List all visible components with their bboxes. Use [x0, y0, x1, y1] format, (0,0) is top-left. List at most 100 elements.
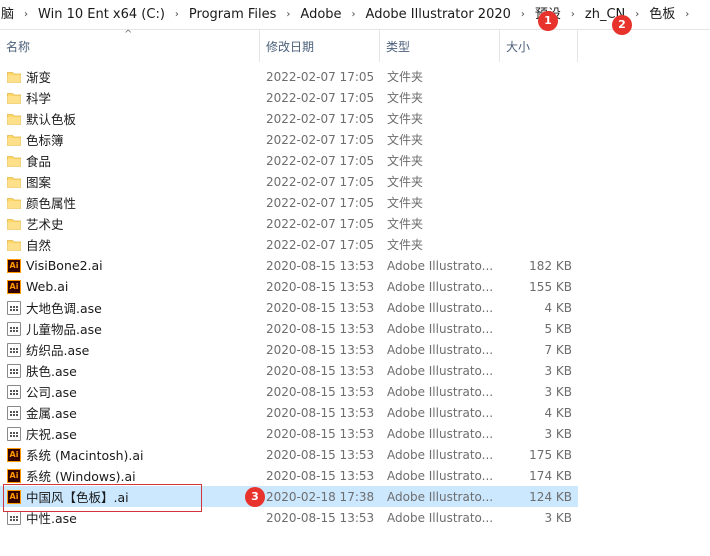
file-type: Adobe Illustrato... [387, 405, 494, 420]
folder-icon [7, 133, 21, 147]
file-name: 色标簿 [26, 133, 64, 148]
file-row[interactable]: Ai 系统 (Macintosh).ai 2020-08-15 13:53 Adobe… [0, 444, 578, 465]
folder-row[interactable]: 渐变 2022-02-07 17:05 文件夹 [0, 66, 578, 87]
name-cell: 渐变 [0, 67, 260, 86]
name-cell: 肤色.ase [0, 361, 260, 380]
breadcrumb-item-swatches[interactable]: 色板 [644, 0, 680, 29]
column-header-type[interactable]: 类型 [380, 30, 500, 62]
file-type: 文件夹 [387, 196, 424, 210]
chevron-right-icon[interactable]: › [19, 0, 33, 29]
modified-date: 2022-02-07 17:05 [266, 195, 375, 210]
chevron-right-icon[interactable]: › [347, 0, 361, 29]
file-type: Adobe Illustrato... [387, 258, 494, 273]
file-type: 文件夹 [387, 238, 424, 252]
file-name: 公司.ase [26, 385, 77, 400]
step-badge-3: 3 [245, 487, 265, 507]
folder-row[interactable]: 色标簿 2022-02-07 17:05 文件夹 [0, 129, 578, 150]
name-cell: 艺术史 [0, 214, 260, 233]
file-type: 文件夹 [387, 217, 424, 231]
chevron-right-icon[interactable]: › [680, 0, 694, 29]
file-type: Adobe Illustrato... [387, 447, 494, 462]
file-name: 大地色调.ase [26, 301, 102, 316]
file-size: 7 KB [544, 342, 572, 357]
file-type: 文件夹 [387, 133, 424, 147]
name-cell: Ai 系统 (Windows).ai [0, 466, 260, 485]
file-type: Adobe Illustrato... [387, 279, 494, 294]
file-size: 3 KB [544, 384, 572, 399]
column-header-size-label: 大小 [506, 40, 531, 54]
file-type: Adobe Illustrato... [387, 384, 494, 399]
modified-date: 2020-08-15 13:53 [266, 468, 375, 483]
chevron-right-icon[interactable]: › [170, 0, 184, 29]
column-header-date-label: 修改日期 [266, 40, 315, 54]
modified-date: 2020-08-15 13:53 [266, 279, 375, 294]
folder-row[interactable]: 艺术史 2022-02-07 17:05 文件夹 [0, 213, 578, 234]
file-name: 系统 (Macintosh).ai [26, 448, 144, 463]
breadcrumb-item-drive-c[interactable]: Win 10 Ent x64 (C:) [33, 0, 170, 29]
file-row[interactable]: 儿童物品.ase 2020-08-15 13:53 Adobe Illustrato… [0, 318, 578, 339]
file-name: 图案 [26, 175, 52, 190]
swatch-file-icon [7, 426, 21, 441]
column-header-name[interactable]: ^ 名称 [0, 29, 260, 62]
file-row[interactable]: 纺织品.ase 2020-08-15 13:53 Adobe Illustrato.… [0, 339, 578, 360]
folder-row[interactable]: 颜色属性 2022-02-07 17:05 文件夹 [0, 192, 578, 213]
modified-date: 2022-02-07 17:05 [266, 69, 375, 84]
file-name: 金属.ase [26, 406, 77, 421]
file-size: 182 KB [529, 258, 572, 273]
modified-date: 2020-08-15 13:53 [266, 405, 375, 420]
modified-date: 2020-08-15 13:53 [266, 300, 375, 315]
breadcrumb-item-this-pc[interactable]: 脑 [0, 0, 19, 29]
file-row[interactable]: 肤色.ase 2020-08-15 13:53 Adobe Illustrato..… [0, 360, 578, 381]
folder-row[interactable]: 图案 2022-02-07 17:05 文件夹 [0, 171, 578, 192]
folder-row[interactable]: 食品 2022-02-07 17:05 文件夹 [0, 150, 578, 171]
step-badge-2: 2 [612, 15, 632, 35]
illustrator-file-icon: Ai [7, 258, 21, 273]
folder-row[interactable]: 默认色板 2022-02-07 17:05 文件夹 [0, 108, 578, 129]
folder-icon [7, 91, 21, 105]
column-header-date[interactable]: 修改日期 [260, 30, 380, 62]
folder-icon [7, 154, 21, 168]
file-row[interactable]: Ai 系统 (Windows).ai 2020-08-15 13:53 Adobe I… [0, 465, 578, 486]
modified-date: 2022-02-07 17:05 [266, 216, 375, 231]
file-row[interactable]: Ai Web.ai 2020-08-15 13:53 Adobe Illustrato… [0, 276, 578, 297]
chevron-right-icon[interactable]: › [566, 0, 580, 29]
breadcrumb-item-program-files[interactable]: Program Files [184, 0, 282, 29]
address-bar[interactable]: 脑 › Win 10 Ent x64 (C:) › Program Files … [0, 0, 710, 30]
file-type: 文件夹 [387, 175, 424, 189]
illustrator-file-icon: Ai [7, 279, 21, 294]
file-type: Adobe Illustrato... [387, 468, 494, 483]
file-size: 3 KB [544, 426, 572, 441]
file-size: 155 KB [529, 279, 572, 294]
file-row[interactable]: 金属.ase 2020-08-15 13:53 Adobe Illustrato..… [0, 402, 578, 423]
modified-date: 2020-08-15 13:53 [266, 447, 375, 462]
chevron-right-icon[interactable]: › [516, 0, 530, 29]
modified-date: 2020-02-18 17:38 [266, 489, 375, 504]
folder-icon [7, 217, 21, 231]
modified-date: 2022-02-07 17:05 [266, 153, 375, 168]
column-header-size[interactable]: 大小 [500, 30, 578, 62]
folder-icon [7, 70, 21, 84]
folder-icon [7, 112, 21, 126]
file-name: 肤色.ase [26, 364, 77, 379]
file-row[interactable]: 公司.ase 2020-08-15 13:53 Adobe Illustrato..… [0, 381, 578, 402]
highlight-box [3, 484, 202, 512]
file-name: 食品 [26, 154, 52, 169]
folder-row[interactable]: 自然 2022-02-07 17:05 文件夹 [0, 234, 578, 255]
file-row[interactable]: 庆祝.ase 2020-08-15 13:53 Adobe Illustrato..… [0, 423, 578, 444]
file-row[interactable]: 大地色调.ase 2020-08-15 13:53 Adobe Illustrato… [0, 297, 578, 318]
swatch-file-icon [7, 321, 21, 336]
chevron-right-icon[interactable]: › [281, 0, 295, 29]
breadcrumb-item-illustrator[interactable]: Adobe Illustrator 2020 [361, 0, 516, 29]
breadcrumb-item-adobe[interactable]: Adobe [295, 0, 346, 29]
name-cell: Ai 系统 (Macintosh).ai [0, 445, 260, 464]
folder-row[interactable]: 科学 2022-02-07 17:05 文件夹 [0, 87, 578, 108]
step-badge-1: 1 [538, 11, 558, 31]
file-type: Adobe Illustrato... [387, 342, 494, 357]
name-cell: 儿童物品.ase [0, 319, 260, 338]
file-size: 3 KB [544, 510, 572, 525]
name-cell: 公司.ase [0, 382, 260, 401]
file-size: 3 KB [544, 363, 572, 378]
file-row[interactable]: Ai VisiBone2.ai 2020-08-15 13:53 Adobe Illu… [0, 255, 578, 276]
chevron-right-icon[interactable]: › [630, 0, 644, 29]
file-name: VisiBone2.ai [26, 258, 103, 273]
